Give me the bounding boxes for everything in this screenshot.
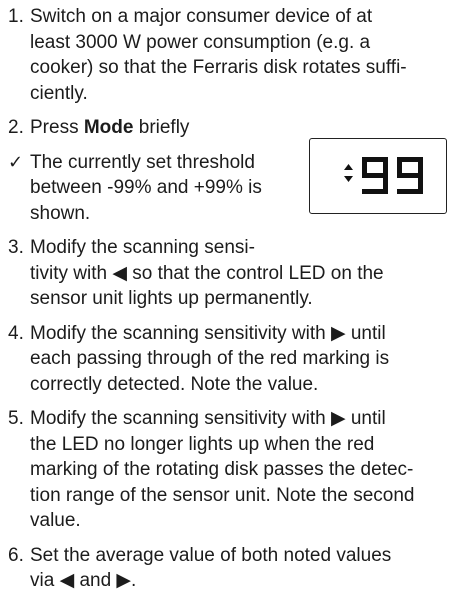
step-text-line: Switch on a major consumer device of at <box>30 6 373 27</box>
lcd-readout <box>344 157 423 194</box>
step-3: 3. Modify the scanning sensi- tivity wit… <box>8 235 448 312</box>
step-text-line: tivity with ◀ so that the control LED on… <box>30 262 384 284</box>
step-number: 6. <box>8 544 24 566</box>
step-number: 5. <box>8 408 24 429</box>
step-text-line: correctly detected. Note the value. <box>30 373 319 395</box>
step-text-line: marking of the rotating disk passes the … <box>30 459 414 480</box>
step-text: Press <box>30 117 84 138</box>
lcd-display <box>309 138 447 214</box>
step-text-line: sensor unit lights up permanently. <box>30 288 313 309</box>
step-text-line: cooker) so that the Ferraris disk rotate… <box>30 57 407 78</box>
up-down-arrows-icon <box>344 164 353 182</box>
instruction-list: 1. Switch on a major consumer device of … <box>8 4 448 594</box>
mode-key-label: Mode <box>83 117 134 138</box>
step-text: briefly <box>133 117 190 138</box>
step-number: 2. <box>8 117 24 138</box>
step-text-line: each passing through of the red marking … <box>30 348 390 369</box>
step-1: 1. Switch on a major consumer device of … <box>8 4 448 106</box>
step-number: 4. <box>8 322 24 344</box>
step-2: 2. Press Mode briefly <box>8 115 448 141</box>
step-number: 3. <box>8 237 24 258</box>
step-text-line: Modify the scanning sensitivity with ▶ u… <box>30 408 386 429</box>
step-text-line: value. <box>30 510 81 531</box>
checkmark-icon: ✓ <box>8 151 24 173</box>
step-text-line: Modify the scanning sensitivity with ▶ u… <box>30 322 386 344</box>
step-text-line: Press Mode briefly <box>30 115 448 141</box>
step-6: 6. Set the average value of both noted v… <box>8 543 448 594</box>
step-text-line: via ◀ and ▶. <box>30 570 137 591</box>
step-text-line: Modify the scanning sensi- <box>30 237 255 258</box>
lcd-digits-99 <box>362 157 423 194</box>
step-text-line: Set the average value of both noted valu… <box>30 544 392 566</box>
step-5: 5. Modify the scanning sensitivity with … <box>8 406 448 534</box>
step-4: 4. Modify the scanning sensitivity with … <box>8 321 448 398</box>
step-text-line: least 3000 W power consumption (e.g. a <box>30 31 371 53</box>
step-text-line: tion range of the sensor unit. Note the … <box>30 484 415 506</box>
step-text-line: the LED no longer lights up when the red <box>30 433 375 455</box>
step-text-line: ciently. <box>30 82 88 104</box>
step-number: 1. <box>8 6 24 27</box>
